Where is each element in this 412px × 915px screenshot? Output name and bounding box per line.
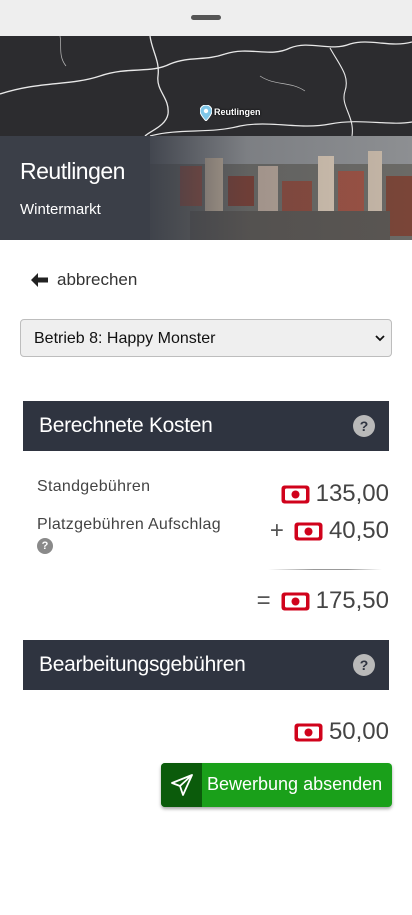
banknote-icon — [281, 592, 310, 610]
surcharge-value: 40,50 — [328, 517, 389, 544]
stand-fee-label: Standgebühren — [37, 478, 151, 495]
drag-handle[interactable] — [191, 15, 221, 20]
stand-fee-value: 135,00 — [315, 480, 389, 507]
banknote-icon — [281, 485, 310, 503]
calculated-costs-header: Berechnete Kosten ? — [23, 401, 389, 451]
processing-fee-value: 50,00 — [328, 718, 389, 745]
banknote-icon — [294, 522, 323, 540]
surcharge-amount: + 40,50 — [270, 517, 389, 545]
equals-sign: = — [256, 587, 271, 614]
total-value: 175,50 — [315, 587, 389, 614]
submit-label: Bewerbung absenden — [207, 774, 383, 794]
processing-fees-header: Bearbeitungsgebühren ? — [23, 640, 389, 690]
submit-application-button[interactable]: Bewerbung absenden — [161, 763, 392, 807]
calculated-costs-title: Berechnete Kosten — [39, 414, 213, 437]
surcharge-label: Platzgebühren Aufschlag — [37, 516, 221, 533]
business-select[interactable]: Betrieb 8: Happy Monster — [20, 319, 392, 357]
location-map[interactable]: Reutlingen — [0, 36, 412, 136]
city-photo — [0, 136, 412, 240]
total-amount: = 175,50 — [257, 587, 389, 615]
arrow-left-icon — [31, 273, 48, 287]
map-city-label: Reutlingen — [214, 107, 261, 117]
market-city-title: Reutlingen — [20, 158, 125, 184]
processing-fee-amount: 50,00 — [294, 718, 389, 746]
plus-sign: + — [269, 517, 284, 544]
business-select-value: Betrieb 8: Happy Monster — [34, 330, 216, 347]
chevron-down-icon — [375, 335, 385, 342]
stand-fee-amount: 135,00 — [281, 480, 389, 508]
help-icon[interactable]: ? — [353, 415, 375, 437]
help-icon[interactable]: ? — [353, 654, 375, 676]
sum-divider — [268, 569, 382, 570]
processing-fees-title: Bearbeitungsgebühren — [39, 653, 246, 676]
cancel-label: abbrechen — [57, 270, 138, 289]
market-name: Wintermarkt — [20, 201, 101, 218]
market-hero-banner: Reutlingen Wintermarkt — [0, 136, 412, 240]
send-icon — [161, 763, 202, 807]
cancel-link[interactable]: abbrechen — [31, 268, 137, 292]
sheet-handle-bar[interactable] — [0, 0, 412, 37]
banknote-icon — [294, 723, 323, 741]
surcharge-help-icon[interactable]: ? — [37, 538, 53, 554]
map-borders — [0, 36, 412, 136]
